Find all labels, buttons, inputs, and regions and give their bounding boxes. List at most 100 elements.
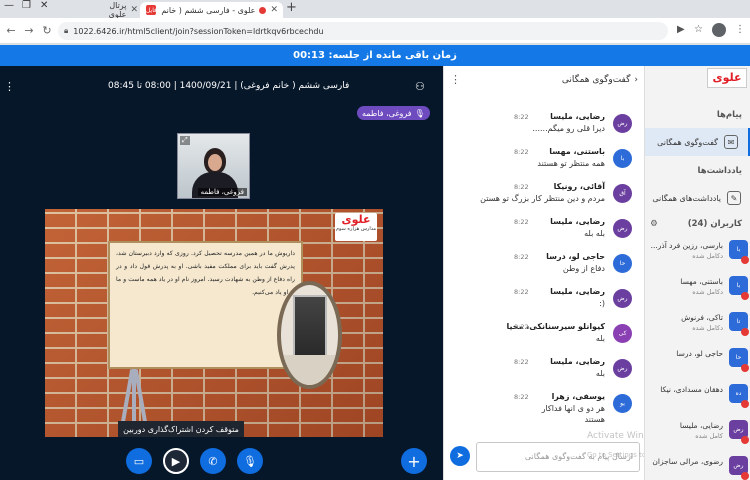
messages-heading: پیام‌ها (716, 110, 742, 120)
chat-message: با باستنی، مهسا 8:22 همه منتظر تو هستند (444, 146, 639, 180)
chat-timestamp: 8:22 (514, 323, 529, 331)
presenter-chip[interactable]: 🎙︎ فروغی، فاطمه (357, 106, 430, 120)
slide-logo-sub: مدارس هزاره سوم (335, 226, 377, 232)
mic-icon: 🎙︎ (414, 108, 425, 118)
user-list-item[interactable]: رض رضوی، مرالی ساجزان (645, 450, 750, 480)
camera-button[interactable]: ▶ (163, 448, 189, 474)
webcam-video[interactable]: ⤢ فروغی، فاطمه (177, 133, 250, 199)
recording-icon (259, 6, 267, 14)
user-list-item[interactable]: رض رضایی، ملیسا کامل شده (645, 414, 750, 448)
browser-tab-session[interactable]: ✕ علوی - فارسی ششم ( خانم فر... فایل (140, 2, 283, 18)
user-status: دکامل شده (692, 288, 723, 296)
chat-avatar[interactable]: حا (613, 254, 632, 273)
url-field[interactable]: 🔒︎ 1022.6426.ir/html5client/join?session… (58, 22, 668, 40)
chat-message-text: هر دو ی انها فداکار (541, 404, 605, 413)
user-name: باستنی، مهسا (680, 277, 723, 286)
chat-timestamp: 8:22 (514, 183, 529, 191)
microphone-button[interactable]: 🎙︎ (237, 448, 263, 474)
user-list-item[interactable]: حا حاجی لو، درسا (645, 342, 750, 376)
user-name: حاجی لو، درسا (676, 349, 723, 358)
camera-indicator-icon[interactable]: ▶ (677, 24, 685, 35)
chat-message: کی کیوانلو سیرسنانکی، محیا 8:22 بله (444, 321, 639, 355)
chat-sender-name: رضایی، ملیسا (550, 357, 605, 366)
options-menu-icon[interactable]: ⋮ (4, 80, 15, 93)
users-settings-gear-icon[interactable]: ⚙ (650, 219, 658, 229)
maximize-icon[interactable]: ❐ (22, 0, 31, 11)
chat-sender-name: باستنی، مهسا (549, 147, 605, 156)
session-timer: زمان باقی مانده از جلسه: 00:13 (0, 45, 750, 66)
user-list-item[interactable]: تا تاکی، فرنوش دکامل شده (645, 306, 750, 340)
brand-logo: علوی (707, 68, 747, 88)
chat-timestamp: 8:22 (514, 288, 529, 296)
chat-sender-name: رضایی، ملیسا (550, 112, 605, 121)
public-chat-nav-item[interactable]: ✉ گفت‌وگوی همگانی (645, 128, 750, 156)
chat-avatar[interactable]: رض (613, 219, 632, 238)
browser-tab-portal[interactable]: ✕ پرتال علوی (88, 1, 143, 19)
close-tab-icon[interactable]: ✕ (270, 5, 278, 15)
users-heading-row: کاربران (24) ⚙ (650, 219, 742, 229)
stage-header: ⋮ فارسی ششم ( خانم فروغی) | 1400/09/21 |… (0, 66, 443, 100)
user-list-item[interactable]: با بارسی، رزین فرد آذر... دکامل شده (645, 234, 750, 268)
muted-mic-icon (741, 436, 749, 444)
webcam-person-face (208, 154, 222, 171)
chat-sender-name: آقائی، رونیکا (553, 182, 605, 191)
bookmark-star-icon[interactable]: ☆ (694, 24, 703, 35)
chat-avatar[interactable]: کی (613, 324, 632, 343)
chat-avatar[interactable]: رض (613, 289, 632, 308)
url-text: 1022.6426.ir/html5client/join?sessionTok… (73, 26, 324, 36)
back-icon[interactable]: ← (4, 24, 18, 37)
chat-avatar[interactable]: رض (613, 114, 632, 133)
chat-timestamp: 8:22 (514, 393, 529, 401)
muted-mic-icon (741, 328, 749, 336)
stop-camera-tooltip: متوقف کردن اشتراک‌گذاری دوربین (118, 421, 244, 437)
tab-title: علوی - فارسی ششم ( خانم فر... (160, 5, 256, 15)
chat-options-icon[interactable]: ⋮ (450, 73, 461, 86)
new-tab-button[interactable]: + (286, 0, 297, 15)
send-message-button[interactable]: ➤ (450, 446, 470, 466)
chat-title: گفت‌وگوی همگانی (561, 74, 631, 85)
user-status: دکامل شده (692, 252, 723, 260)
presentation-slide: علوی مدارس هزاره سوم داریوش ما در همین م… (45, 209, 383, 437)
site-favicon-icon: فایل (145, 5, 157, 15)
minimize-icon[interactable]: — (4, 0, 14, 11)
profile-avatar[interactable] (712, 23, 726, 37)
close-window-icon[interactable]: ✕ (40, 0, 48, 11)
muted-mic-icon (741, 256, 749, 264)
user-name: بارسی، رزین فرد آذر... (650, 241, 723, 250)
slide-photo-frame (277, 281, 342, 389)
phone-audio-button[interactable]: ✆ (200, 448, 226, 474)
slide-text-card: داریوش ما در همین مدرسه تحصیل کرد. روزی … (108, 241, 303, 369)
right-sidebar: علوی پیام‌ها ✉ گفت‌وگوی همگانی یادداشت‌ه… (644, 66, 750, 480)
chat-message-text: هستند (584, 415, 605, 424)
chat-message-input[interactable]: ارسال پیام به گفت‌وگوی همگانی (476, 442, 640, 472)
chat-avatar[interactable]: رض (613, 359, 632, 378)
chat-timestamp: 8:22 (514, 253, 529, 261)
screen-share-button[interactable]: ▭ (126, 448, 152, 474)
user-list-item[interactable]: ده دهقان مسدادی، نیکا (645, 378, 750, 412)
chat-bubble-icon: ✉ (724, 135, 738, 149)
slide-logo: علوی مدارس هزاره سوم (335, 213, 377, 241)
video-stage: ⋮ فارسی ششم ( خانم فروغی) | 1400/09/21 |… (0, 66, 443, 480)
chat-timestamp: 8:22 (514, 358, 529, 366)
chat-avatar[interactable]: یو (613, 394, 632, 413)
easel-graphic (119, 369, 149, 429)
reload-icon[interactable]: ↻ (40, 24, 54, 37)
chat-avatar[interactable]: آق (613, 184, 632, 203)
chat-message: رض رضایی، ملیسا 8:22 دیرا قلی رو میگم...... (444, 111, 639, 145)
actions-plus-button[interactable]: + (401, 448, 427, 474)
shared-notes-nav-item[interactable]: ✎ یادداشت‌های همگانی (645, 184, 750, 212)
muted-mic-icon (741, 400, 749, 408)
chat-message-text: بله بله (584, 229, 605, 238)
user-name: رضوی، مرالی ساجزان (652, 457, 723, 466)
tab-title: پرتال علوی (108, 1, 127, 19)
chat-message: آق آقائی، رونیکا 8:22 مردم و دین منتظر کار … (444, 181, 639, 215)
user-list-item[interactable]: با باستنی، مهسا دکامل شده (645, 270, 750, 304)
collapse-chevron-icon[interactable]: ‹ (634, 75, 638, 85)
close-tab-icon[interactable]: ✕ (130, 5, 138, 15)
expand-icon[interactable]: ⤢ (180, 136, 190, 145)
browser-menu-icon[interactable]: ⋮ (735, 24, 745, 35)
chat-avatar[interactable]: با (613, 149, 632, 168)
forward-icon[interactable]: → (22, 24, 36, 37)
chat-sender-name: رضایی، ملیسا (550, 217, 605, 226)
user-icon[interactable]: ⚇ (415, 80, 425, 93)
